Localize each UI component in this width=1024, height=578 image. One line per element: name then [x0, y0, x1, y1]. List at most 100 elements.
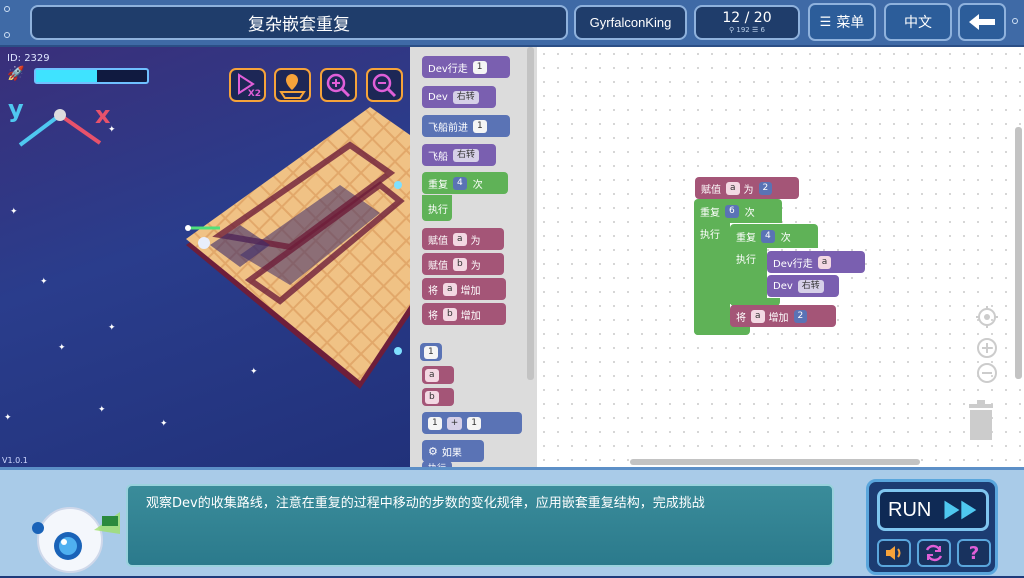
player-id: ID: 2329: [7, 53, 50, 64]
zoom-in-button[interactable]: [320, 68, 357, 102]
level-progress: 12 / 20 ⚲ 192 ☰ 6: [694, 5, 800, 40]
workspace-vertical-scrollbar[interactable]: [1015, 127, 1022, 379]
palette-scrollbar[interactable]: [527, 47, 534, 380]
palette-dev-move[interactable]: Dev行走 1: [422, 56, 510, 78]
reset-button[interactable]: [917, 539, 951, 567]
star: ✦: [108, 323, 116, 333]
star: ✦: [58, 343, 66, 353]
var-dropdown[interactable]: b: [443, 307, 457, 321]
increment-block[interactable]: 将 a 增加 2: [730, 305, 836, 327]
zoom-out-icon: [372, 73, 397, 98]
block-label: Dev: [428, 91, 448, 103]
turn-dropdown[interactable]: 右转: [797, 279, 824, 293]
corner-dot: [4, 6, 10, 12]
block-number[interactable]: 2: [793, 309, 808, 323]
palette-var-a[interactable]: a: [422, 366, 454, 384]
var-dropdown[interactable]: a: [443, 282, 457, 296]
palette-assign-a[interactable]: 赋值 a 为: [422, 228, 504, 250]
block-label: 将: [428, 285, 438, 297]
assign-block[interactable]: 赋值 a 为 2: [695, 177, 799, 199]
var-dropdown[interactable]: b: [453, 257, 467, 271]
palette-repeat-body: 执行: [422, 195, 452, 221]
help-button[interactable]: ?: [957, 539, 991, 567]
block-number[interactable]: 6: [725, 204, 739, 218]
run-panel: RUN ?: [866, 479, 998, 575]
level-title: 复杂嵌套重复: [30, 5, 568, 40]
menu-label: 菜单: [836, 15, 865, 31]
dev-turn-block[interactable]: Dev 右转: [767, 275, 839, 297]
sound-button[interactable]: [877, 539, 911, 567]
turn-dropdown[interactable]: 右转: [452, 90, 479, 104]
star: ✦: [160, 419, 168, 429]
fast-forward-icon: [944, 500, 977, 520]
map-view-button[interactable]: [274, 68, 311, 102]
recenter-icon[interactable]: [975, 305, 999, 329]
top-bar: 复杂嵌套重复 GyrfalconKing 12 / 20 ⚲ 192 ☰ 6 ☰…: [0, 0, 1024, 47]
block-number[interactable]: 2: [758, 181, 773, 195]
speed-button[interactable]: X2: [229, 68, 266, 102]
palette-if[interactable]: ⚙ 如果: [422, 440, 484, 462]
block-number[interactable]: 1: [428, 416, 442, 430]
var-dropdown: b: [425, 390, 439, 404]
block-label: 增加: [460, 310, 481, 322]
block-number: 1: [424, 345, 438, 359]
language-button[interactable]: 中文: [884, 3, 952, 41]
workspace-zoom-out-icon[interactable]: [976, 362, 998, 384]
palette-repeat[interactable]: 重复 4 次: [422, 172, 508, 194]
palette-var-b[interactable]: b: [422, 388, 454, 406]
block-number[interactable]: 4: [761, 229, 775, 243]
palette-ship-turn[interactable]: 飞船 右转: [422, 144, 496, 166]
list-icon: ☰: [819, 14, 832, 30]
block-label: 飞船: [428, 151, 448, 163]
block-label: 赋值: [701, 184, 721, 196]
block-label: 次: [472, 179, 483, 191]
corner-dot: [1012, 18, 1018, 24]
block-label: 将: [736, 312, 746, 324]
block-number[interactable]: 4: [453, 176, 467, 190]
version-label: V1.0.1: [2, 456, 28, 465]
block-number[interactable]: 1: [473, 119, 487, 133]
dev-move-block[interactable]: Dev行走 a: [767, 251, 865, 273]
operator-dropdown[interactable]: +: [446, 416, 463, 430]
block-label: 赋值: [428, 235, 448, 247]
palette-increment-b[interactable]: 将 b 增加: [422, 303, 506, 325]
palette-dev-turn[interactable]: Dev 右转: [422, 86, 496, 108]
game-view[interactable]: ✦ ✦ ✦ ✦ ✦ ✦ ✦ ✦ ✦ 🚀 ID: 2329 X2 y x V1.0…: [0, 47, 410, 467]
var-dropdown[interactable]: a: [817, 255, 832, 269]
rocket-icon: 🚀: [7, 66, 25, 82]
back-arrow-icon: [969, 14, 995, 30]
palette-increment-a[interactable]: 将 a 增加: [422, 278, 506, 300]
var-dropdown: a: [425, 368, 439, 382]
code-workspace[interactable]: 赋值 a 为 2 重复 6 次 执行 重复 4 次 执行 Dev行走 a Dev 右转 将 a 增加 2: [537, 47, 1024, 467]
block-number[interactable]: 1: [467, 416, 482, 430]
block-label: 为: [470, 260, 481, 272]
palette-assign-b[interactable]: 赋值 b 为: [422, 253, 504, 275]
palette-ship-move[interactable]: 飞船前进 1: [422, 115, 510, 137]
trash-icon[interactable]: [967, 400, 995, 442]
var-dropdown[interactable]: a: [453, 232, 467, 246]
palette-number[interactable]: 1: [420, 343, 442, 361]
back-button[interactable]: [958, 3, 1006, 41]
inner-repeat-block[interactable]: 重复 4 次: [730, 224, 818, 248]
map-pin-icon: [279, 74, 306, 99]
block-label: 重复: [736, 232, 756, 244]
block-label: 为: [470, 235, 481, 247]
zoom-out-button[interactable]: [366, 68, 403, 102]
palette-math-op[interactable]: 1 +1: [422, 412, 522, 434]
outer-repeat-block[interactable]: 重复 6 次: [694, 199, 782, 223]
var-dropdown[interactable]: a: [751, 309, 765, 323]
block-label: 重复: [700, 207, 720, 219]
inner-repeat-body: 执行: [730, 248, 767, 304]
var-dropdown[interactable]: a: [726, 181, 740, 195]
block-label: 执行: [700, 230, 720, 241]
menu-button[interactable]: ☰ 菜单: [808, 3, 876, 41]
block-number[interactable]: 1: [472, 60, 487, 74]
block-label: Dev行走: [428, 63, 468, 75]
run-label: RUN: [888, 498, 932, 521]
workspace-horizontal-scrollbar[interactable]: [630, 459, 920, 465]
workspace-zoom-in-icon[interactable]: [976, 337, 998, 359]
maze-board: [185, 107, 410, 389]
gear-icon: ⚙: [428, 444, 438, 458]
run-button[interactable]: RUN: [877, 489, 989, 531]
turn-dropdown[interactable]: 右转: [453, 148, 480, 162]
